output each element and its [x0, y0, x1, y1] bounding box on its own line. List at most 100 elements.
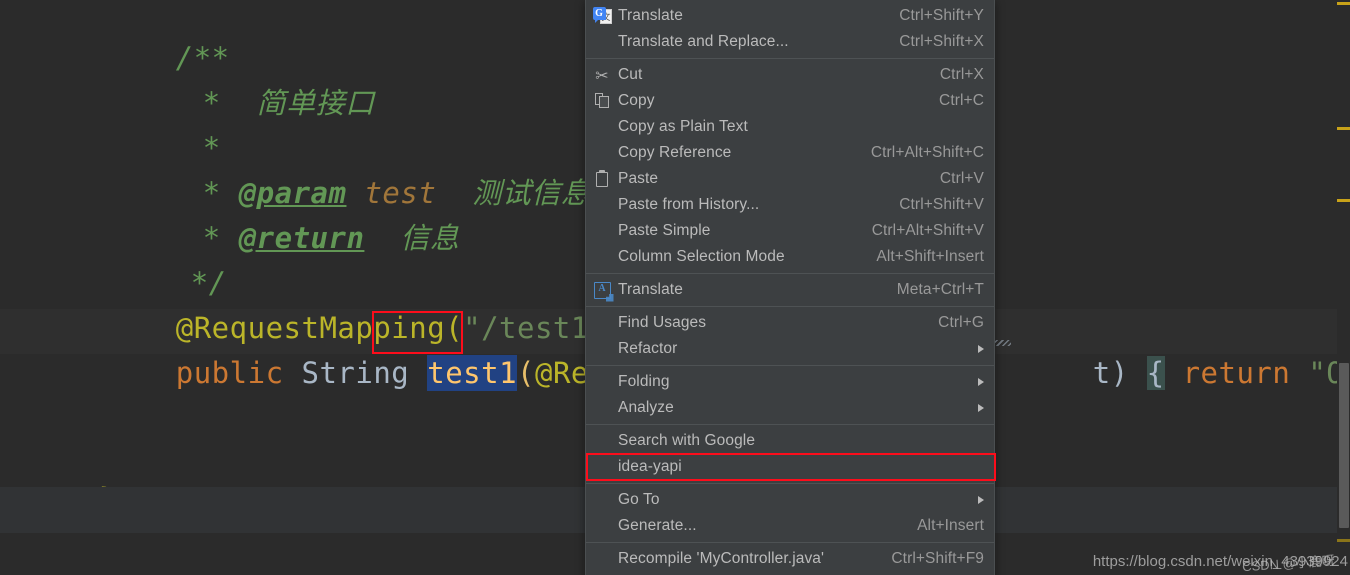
menu-item-go-to[interactable]: Go To — [586, 487, 994, 513]
menu-item-label: Copy — [618, 92, 655, 109]
intellij-translate-icon: A — [586, 279, 618, 301]
no-icon — [586, 220, 618, 242]
warning-marker[interactable] — [1337, 539, 1350, 542]
menu-separator — [586, 306, 994, 307]
menu-item-label: Go To — [618, 491, 660, 508]
menu-item-label: Paste — [618, 170, 659, 187]
submenu-arrow-icon — [978, 496, 984, 504]
menu-item-label: Search with Google — [618, 432, 756, 449]
menu-item-label: Copy as Plain Text — [618, 118, 748, 135]
no-icon — [586, 194, 618, 216]
no-icon — [586, 246, 618, 268]
menu-separator — [586, 483, 994, 484]
menu-item-label: Copy Reference — [618, 144, 732, 161]
menu-item-shortcut: Ctrl+Alt+Shift+C — [870, 144, 984, 161]
menu-item-shortcut: Ctrl+Shift+Y — [899, 7, 984, 24]
menu-item-translate-plugin[interactable]: A Translate Meta+Ctrl+T — [586, 277, 994, 303]
no-icon — [586, 397, 618, 419]
paste-icon — [586, 168, 618, 190]
menu-item-shortcut: Alt+Shift+Insert — [876, 248, 984, 265]
menu-item-shortcut: Ctrl+G — [938, 314, 984, 331]
menu-item-shortcut: Ctrl+Alt+Shift+V — [871, 222, 984, 239]
menu-separator — [586, 273, 994, 274]
no-icon — [586, 515, 618, 537]
menu-item-label: Cut — [618, 66, 643, 83]
menu-item-label: idea-yapi — [618, 458, 682, 475]
token-keyword-public: public — [175, 356, 284, 390]
menu-item-shortcut: Ctrl+C — [939, 92, 984, 109]
menu-item-label: Translate — [618, 7, 683, 24]
token-open-brace: { — [1146, 356, 1165, 390]
menu-item-shortcut: Ctrl+Shift+X — [899, 33, 984, 50]
menu-item-shortcut: Ctrl+V — [939, 170, 984, 187]
ide-window: /** * 简单接口 * * @param test 测试信息 * @retur… — [0, 0, 1350, 575]
token-doc-cjk-title: 简单接口 — [256, 86, 375, 120]
menu-item-analyze[interactable]: Analyze — [586, 395, 994, 421]
menu-item-find-usages[interactable]: Find Usages Ctrl+G — [586, 310, 994, 336]
menu-item-shortcut: Meta+Ctrl+T — [896, 281, 984, 298]
menu-item-translate-and-replace[interactable]: Translate and Replace... Ctrl+Shift+X — [586, 29, 994, 55]
editor-context-menu[interactable]: G Translate Ctrl+Shift+Y Translate and R… — [585, 0, 996, 575]
no-icon — [586, 312, 618, 334]
menu-separator — [586, 58, 994, 59]
menu-item-copy[interactable]: Copy Ctrl+C — [586, 88, 994, 114]
menu-item-generate[interactable]: Generate... Alt+Insert — [586, 513, 994, 539]
token-param-cjk: 测试信息 — [472, 176, 591, 210]
menu-item-label: Translate — [618, 281, 683, 298]
blog-watermark: https://blog.csdn.net/weixin_43939924 CS… — [1093, 553, 1348, 574]
code-line-method-signature-tail: t) { return "OK"; — [985, 306, 1350, 441]
token-keyword-return: return — [1182, 356, 1291, 390]
menu-item-shortcut: Ctrl+Shift+V — [899, 196, 984, 213]
no-icon — [586, 489, 618, 511]
menu-item-paste-simple[interactable]: Paste Simple Ctrl+Alt+Shift+V — [586, 218, 994, 244]
menu-item-folding[interactable]: Folding — [586, 369, 994, 395]
no-icon — [586, 456, 618, 478]
menu-item-label: Paste Simple — [618, 222, 711, 239]
menu-separator — [586, 365, 994, 366]
menu-item-shortcut: Ctrl+X — [939, 66, 984, 83]
menu-item-idea-yapi[interactable]: idea-yapi — [586, 453, 996, 481]
menu-separator — [586, 424, 994, 425]
menu-item-copy-reference[interactable]: Copy Reference Ctrl+Alt+Shift+C — [586, 140, 994, 166]
menu-item-shortcut: Alt+Insert — [917, 517, 984, 534]
copy-icon — [586, 90, 618, 112]
menu-item-column-selection-mode[interactable]: Column Selection Mode Alt+Shift+Insert — [586, 244, 994, 270]
menu-item-paste-from-history[interactable]: Paste from History... Ctrl+Shift+V — [586, 192, 994, 218]
code-line-method-signature: public String test1(@Requ — [0, 306, 625, 441]
menu-item-label: Translate and Replace... — [618, 33, 789, 50]
token-return-tag: @return — [238, 221, 365, 255]
editor-vertical-scrollbar-thumb[interactable] — [1339, 363, 1349, 528]
menu-item-label: Find Usages — [618, 314, 707, 331]
no-icon — [586, 142, 618, 164]
menu-item-search-with-google[interactable]: Search with Google — [586, 428, 994, 454]
menu-item-label: Folding — [618, 373, 670, 390]
menu-item-label: Recompile 'MyController.java' — [618, 550, 825, 567]
menu-item-paste[interactable]: Paste Ctrl+V — [586, 166, 994, 192]
menu-item-copy-as-plain-text[interactable]: Copy as Plain Text — [586, 114, 994, 140]
menu-item-shortcut: Ctrl+Shift+F9 — [891, 550, 984, 567]
menu-item-cut[interactable]: ✂ Cut Ctrl+X — [586, 62, 994, 88]
menu-item-label: Paste from History... — [618, 196, 760, 213]
no-icon — [586, 31, 618, 53]
menu-item-recompile[interactable]: Recompile 'MyController.java' Ctrl+Shift… — [586, 546, 994, 572]
submenu-arrow-icon — [978, 345, 984, 353]
warning-marker[interactable] — [1337, 2, 1350, 5]
submenu-arrow-icon — [978, 404, 984, 412]
google-translate-icon: G — [586, 5, 618, 27]
menu-item-translate[interactable]: G Translate Ctrl+Shift+Y — [586, 3, 994, 29]
submenu-arrow-icon — [978, 378, 984, 386]
menu-item-label: Refactor — [618, 340, 678, 357]
no-icon — [586, 338, 618, 360]
menu-item-label: Generate... — [618, 517, 697, 534]
no-icon — [586, 116, 618, 138]
warning-marker[interactable] — [1337, 199, 1350, 202]
no-icon — [586, 430, 618, 452]
token-tail-param: t) — [1092, 356, 1129, 390]
no-icon — [586, 548, 618, 570]
warning-marker[interactable] — [1337, 127, 1350, 130]
token-method-name-selected[interactable]: test1 — [427, 355, 518, 391]
menu-item-label: Column Selection Mode — [618, 248, 785, 265]
menu-item-refactor[interactable]: Refactor — [586, 336, 994, 362]
no-icon — [586, 371, 618, 393]
token-return-cjk: 信息 — [400, 221, 460, 255]
